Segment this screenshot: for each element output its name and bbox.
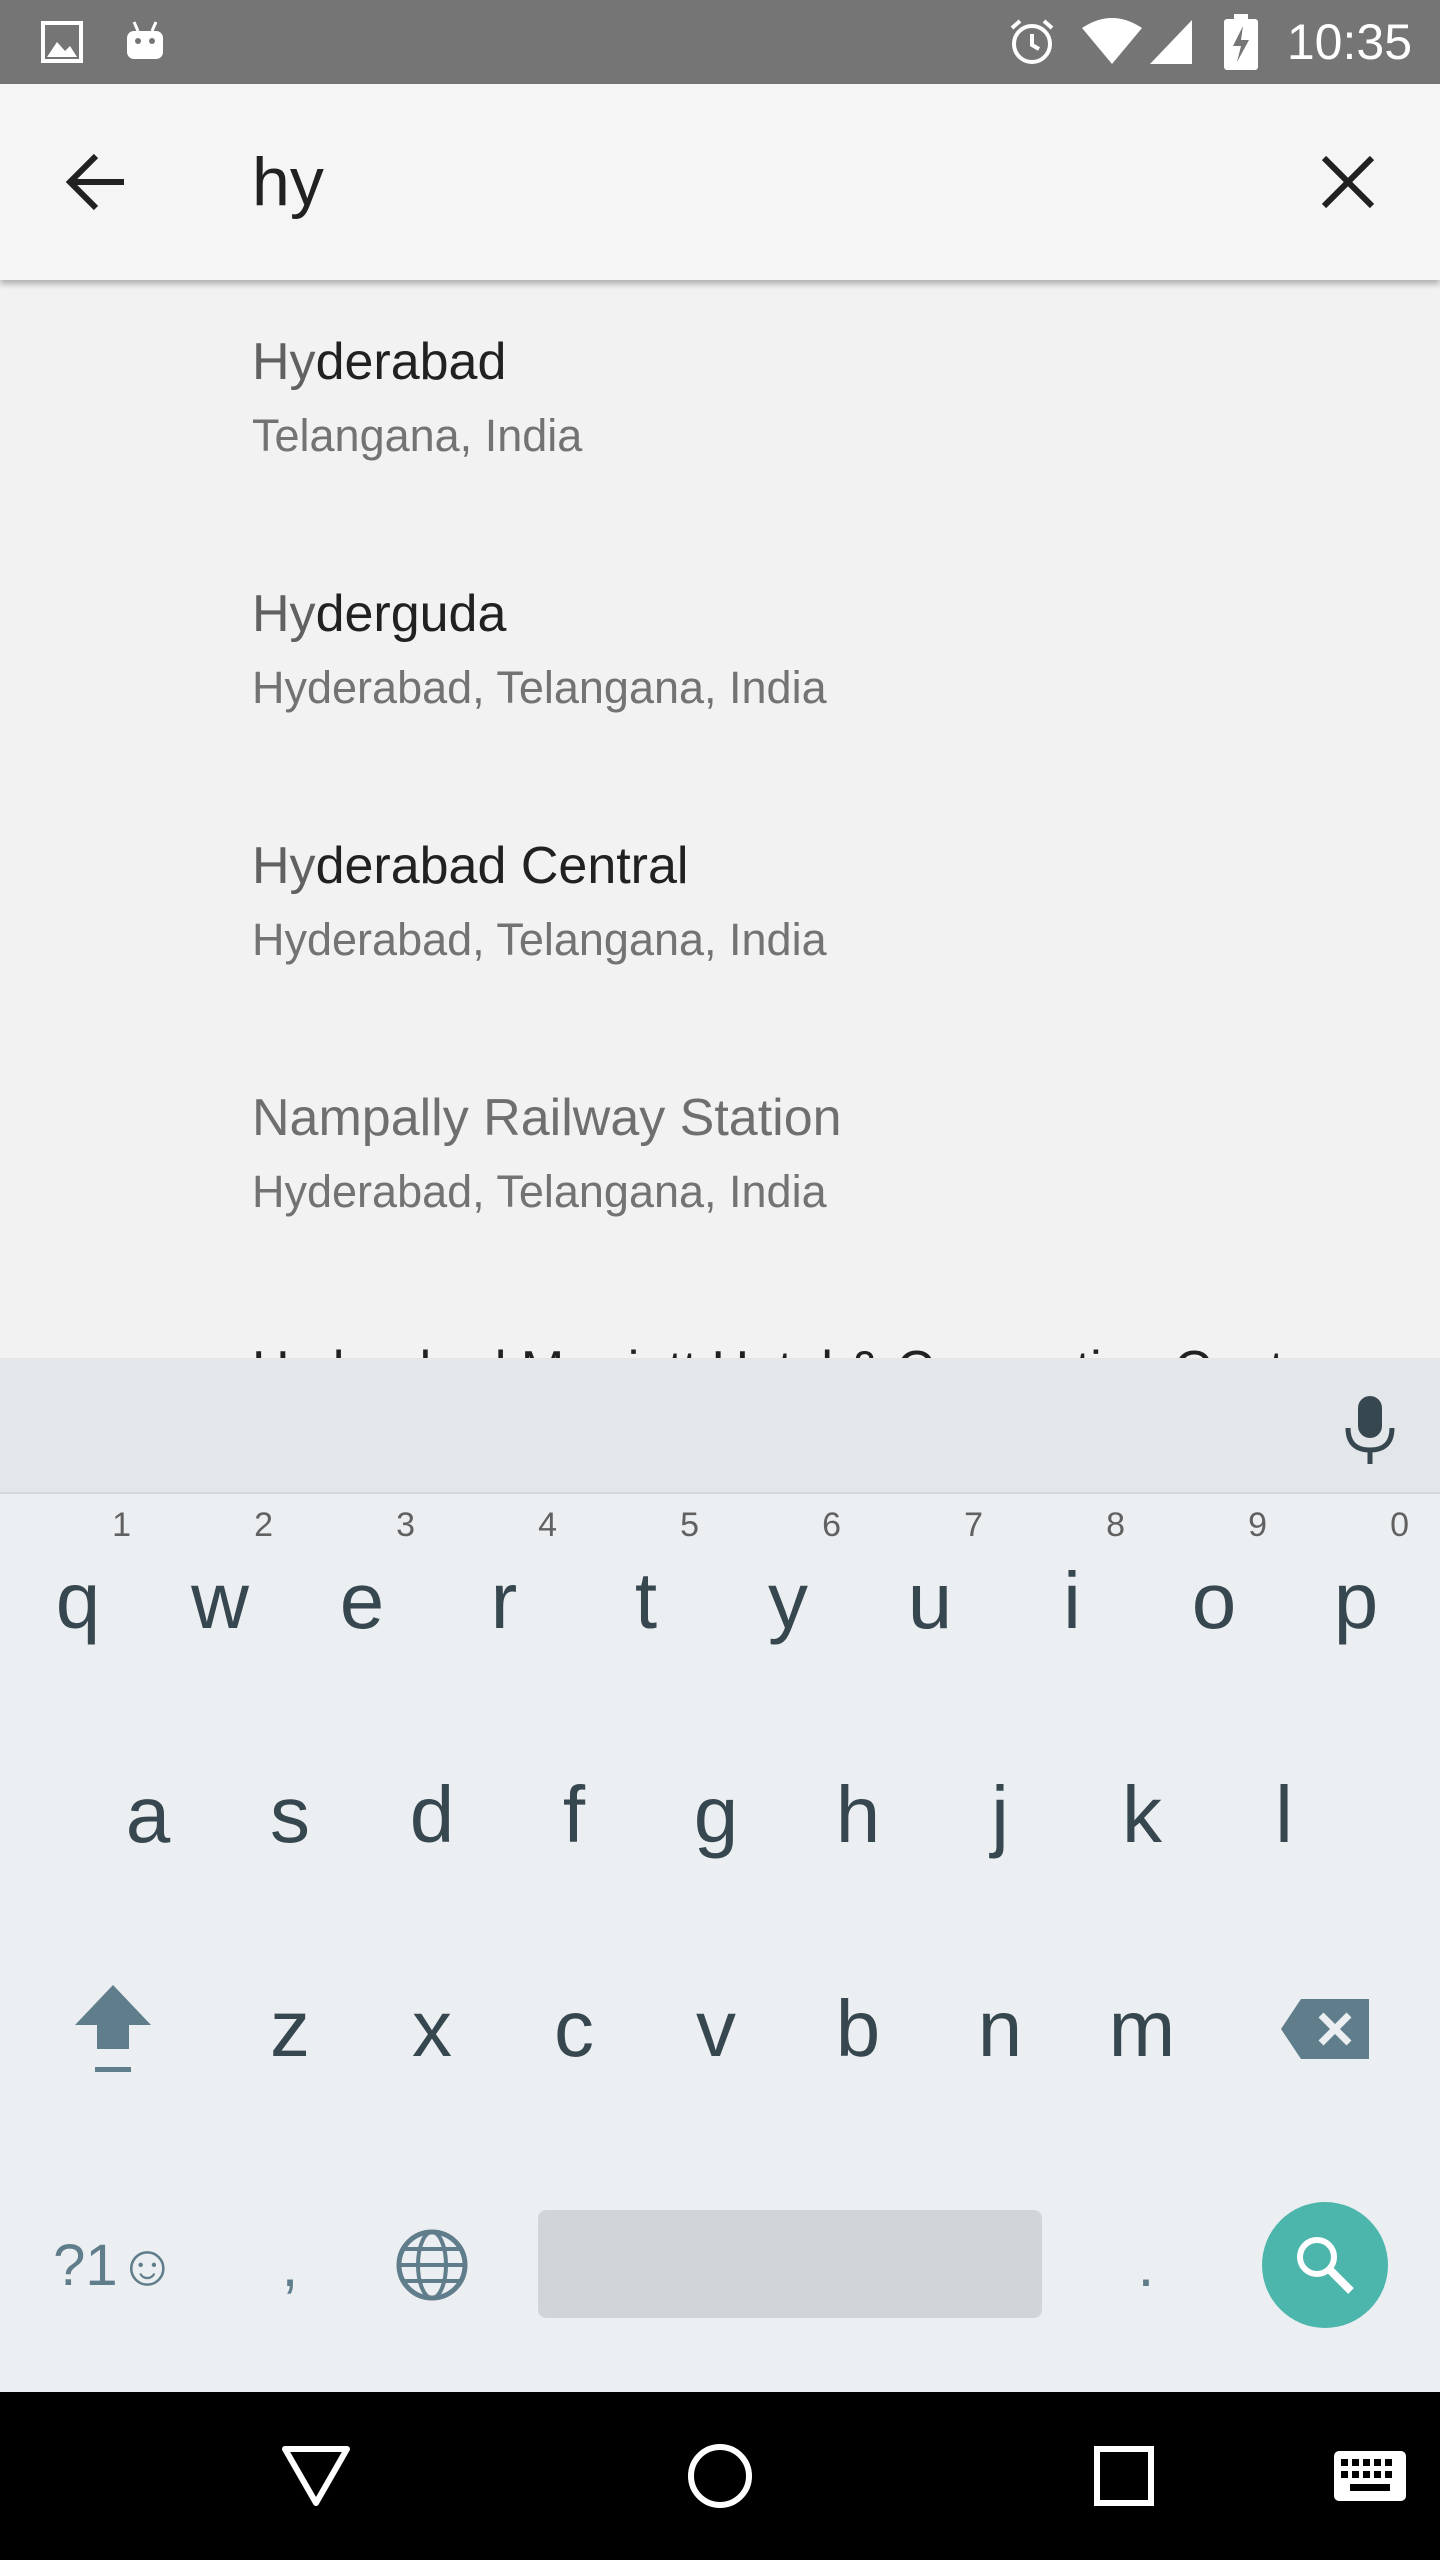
key-r[interactable]: r4 <box>433 1494 575 1708</box>
signal-icon <box>1148 0 1194 84</box>
key-w[interactable]: w2 <box>149 1494 291 1708</box>
symbols-key[interactable]: ?1☺ <box>30 2158 200 2372</box>
result-item[interactable]: Hyderabad Marriott Hotel & Convention Ce… <box>0 1288 1440 1358</box>
arrow-back-icon[interactable] <box>56 142 136 222</box>
battery-icon <box>1224 0 1258 84</box>
result-title: Hyderabad Marriott Hotel & Convention Ce… <box>252 1340 1330 1358</box>
result-subtitle: Telangana, India <box>252 410 583 461</box>
key-label: i <box>1063 1556 1081 1645</box>
key-b[interactable]: b <box>787 1922 929 2136</box>
result-item[interactable]: Nampally Railway Station Hyderabad, Tela… <box>0 1036 1440 1288</box>
key-hint: 8 <box>1106 1506 1125 1544</box>
key-label: e <box>339 1556 385 1645</box>
key-s[interactable]: s <box>219 1708 361 1922</box>
result-title-rest: derguda <box>315 585 507 643</box>
key-p[interactable]: p0 <box>1285 1494 1427 1708</box>
microphone-icon[interactable] <box>1334 1388 1406 1472</box>
key-h[interactable]: h <box>787 1708 929 1922</box>
key-y[interactable]: y6 <box>717 1494 859 1708</box>
recents-square-icon[interactable] <box>1044 2392 1204 2560</box>
period-key[interactable]: . <box>1075 2158 1217 2372</box>
backspace-icon[interactable] <box>1254 1922 1396 2136</box>
alarm-icon <box>1006 0 1058 84</box>
key-hint: 3 <box>396 1506 415 1544</box>
comma-key[interactable]: , <box>219 2158 361 2372</box>
key-label: p <box>1333 1556 1379 1645</box>
key-label: u <box>907 1556 953 1645</box>
key-hint: 7 <box>964 1506 983 1544</box>
results-list: Hyderabad Telangana, India Hyderguda Hyd… <box>0 280 1440 1358</box>
result-title-match: Hy <box>252 585 316 643</box>
keyboard-suggestion-strip <box>0 1358 1440 1494</box>
result-title-rest: derabad Central <box>315 837 689 895</box>
key-q[interactable]: q1 <box>7 1494 149 1708</box>
result-item[interactable]: Hyderguda Hyderabad, Telangana, India <box>0 532 1440 784</box>
key-x[interactable]: x <box>361 1922 503 2136</box>
result-item[interactable]: Hyderabad Telangana, India <box>0 280 1440 532</box>
key-label: w <box>191 1556 249 1645</box>
key-g[interactable]: g <box>645 1708 787 1922</box>
key-label: y <box>768 1556 808 1645</box>
key-f[interactable]: f <box>503 1708 645 1922</box>
result-subtitle: Hyderabad, Telangana, India <box>252 1166 827 1217</box>
key-e[interactable]: e3 <box>291 1494 433 1708</box>
result-title: Nampally Railway Station <box>252 1088 842 1148</box>
keyboard: q1 w2 e3 r4 t5 y6 u7 i8 o9 p0 a s d f g … <box>0 1358 1440 2392</box>
key-label: t <box>634 1556 658 1645</box>
result-title: Hyderguda <box>252 584 506 644</box>
globe-icon[interactable] <box>361 2158 503 2372</box>
key-hint: 9 <box>1248 1506 1267 1544</box>
key-o[interactable]: o9 <box>1143 1494 1285 1708</box>
key-t[interactable]: t5 <box>575 1494 717 1708</box>
result-title: Hyderabad Central <box>252 836 688 896</box>
result-title-match: Hy <box>252 837 316 895</box>
status-bar: 10:35 <box>0 0 1440 84</box>
key-d[interactable]: d <box>361 1708 503 1922</box>
result-title-match: Hy <box>252 333 316 391</box>
search-input[interactable]: hy <box>252 84 324 280</box>
android-icon <box>122 0 168 84</box>
result-title: Hyderabad <box>252 332 506 392</box>
navigation-bar <box>0 2392 1440 2560</box>
key-i[interactable]: i8 <box>1001 1494 1143 1708</box>
result-title-rest: Hyderabad Marriott Hotel & Convention Ce… <box>252 1341 1330 1358</box>
key-a[interactable]: a <box>77 1708 219 1922</box>
key-l[interactable]: l <box>1213 1708 1355 1922</box>
result-subtitle: Hyderabad, Telangana, India <box>252 662 827 713</box>
key-hint: 1 <box>112 1506 131 1544</box>
key-hint: 0 <box>1390 1506 1409 1544</box>
key-label: o <box>1191 1556 1237 1645</box>
key-hint: 2 <box>254 1506 273 1544</box>
key-v[interactable]: v <box>645 1922 787 2136</box>
wifi-icon <box>1080 0 1144 84</box>
result-title-rest: Nampally Railway Station <box>252 1089 842 1147</box>
key-k[interactable]: k <box>1071 1708 1213 1922</box>
back-triangle-icon[interactable] <box>236 2392 396 2560</box>
key-hint: 6 <box>822 1506 841 1544</box>
image-icon <box>40 0 84 84</box>
home-circle-icon[interactable] <box>640 2392 800 2560</box>
keyboard-icon[interactable] <box>1290 2392 1440 2560</box>
key-hint: 5 <box>680 1506 699 1544</box>
result-item[interactable]: Hyderabad Central Hyderabad, Telangana, … <box>0 784 1440 1036</box>
result-title-rest: derabad <box>315 333 507 391</box>
key-z[interactable]: z <box>219 1922 361 2136</box>
space-key[interactable] <box>538 2210 1042 2318</box>
key-m[interactable]: m <box>1071 1922 1213 2136</box>
close-icon[interactable] <box>1308 142 1388 222</box>
shift-icon[interactable] <box>42 1922 184 2136</box>
result-subtitle: Hyderabad, Telangana, India <box>252 914 827 965</box>
key-label: q <box>55 1556 101 1645</box>
key-u[interactable]: u7 <box>859 1494 1001 1708</box>
search-icon[interactable] <box>1262 2202 1388 2328</box>
key-j[interactable]: j <box>929 1708 1071 1922</box>
key-hint: 4 <box>538 1506 557 1544</box>
key-label: r <box>490 1556 518 1645</box>
key-c[interactable]: c <box>503 1922 645 2136</box>
status-time: 10:35 <box>1286 14 1412 70</box>
search-bar: hy <box>0 84 1440 280</box>
key-n[interactable]: n <box>929 1922 1071 2136</box>
